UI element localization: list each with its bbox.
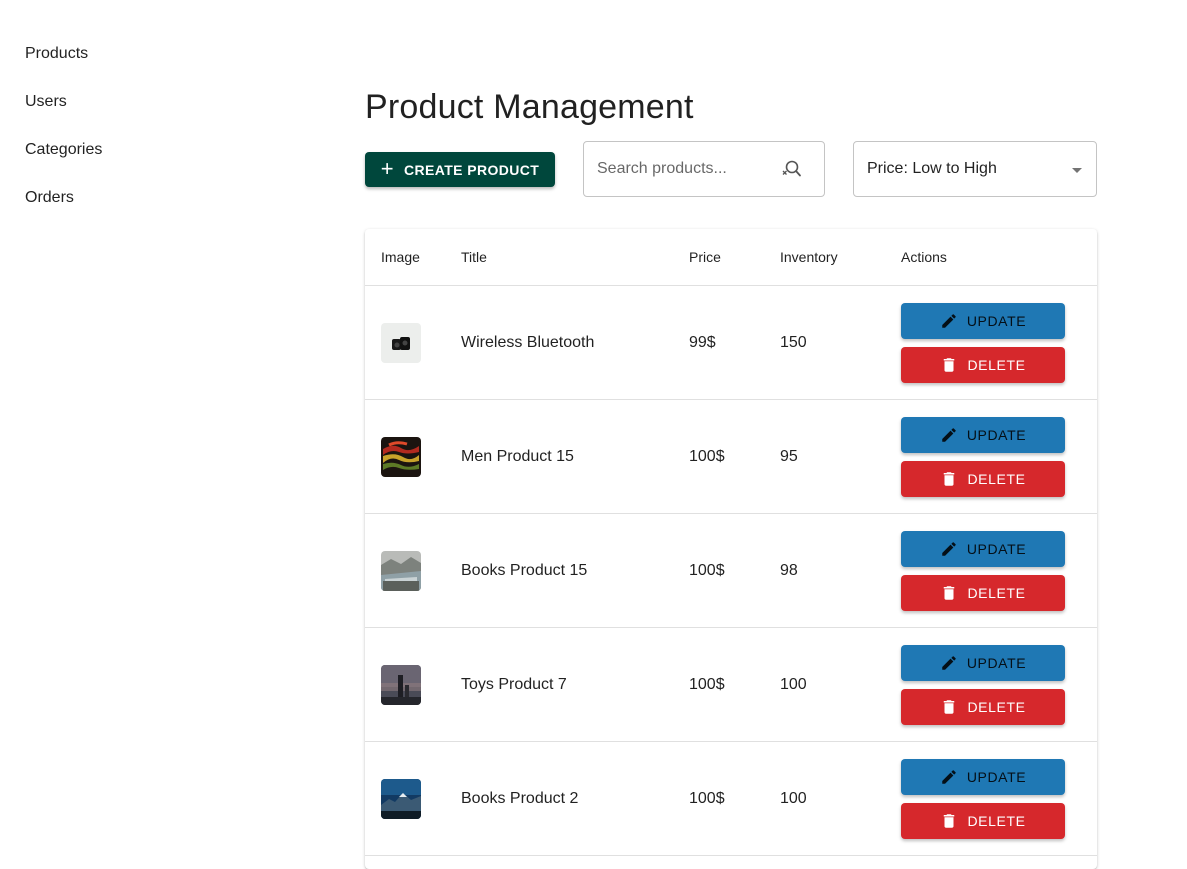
- delete-button[interactable]: DELETE: [901, 460, 1065, 497]
- toolbar: + CREATE PRODUCT Price: Low to High: [365, 141, 1097, 229]
- dropdown-caret-icon: [1072, 167, 1082, 173]
- table-row: Books Product 2 100$ 100 UPDATE DELETE: [365, 742, 1097, 856]
- product-inventory: 100: [780, 675, 807, 693]
- update-label: UPDATE: [966, 540, 1027, 557]
- trash-icon: [944, 585, 955, 600]
- sidebar-item-orders[interactable]: Orders: [0, 174, 300, 222]
- delete-button[interactable]: DELETE: [901, 346, 1065, 383]
- search-field[interactable]: [583, 141, 825, 197]
- update-label: UPDATE: [966, 312, 1027, 329]
- create-product-label: CREATE PRODUCT: [404, 161, 540, 178]
- product-thumbnail: [381, 664, 421, 705]
- plus-icon: +: [380, 155, 394, 181]
- update-button[interactable]: UPDATE: [901, 302, 1065, 339]
- trash-icon: [944, 813, 955, 828]
- product-inventory: 100: [780, 789, 807, 807]
- header-price: Price: [689, 249, 721, 265]
- pencil-icon: [942, 655, 956, 670]
- pencil-icon: [942, 313, 956, 328]
- product-thumbnail: [381, 436, 421, 477]
- page-title: Product Management: [365, 88, 694, 126]
- pencil-icon: [942, 427, 956, 442]
- main-content: Product Management + CREATE PRODUCT Pric…: [365, 82, 1097, 229]
- product-inventory: 98: [780, 561, 798, 579]
- product-price: 100$: [689, 561, 725, 579]
- delete-label: DELETE: [967, 698, 1026, 715]
- product-title: Men Product 15: [461, 447, 574, 465]
- product-price: 100$: [689, 789, 725, 807]
- trash-icon: [944, 471, 955, 486]
- product-title: Books Product 2: [461, 789, 579, 807]
- sort-select[interactable]: Price: Low to High: [853, 141, 1097, 197]
- delete-button[interactable]: DELETE: [901, 802, 1065, 839]
- update-label: UPDATE: [966, 768, 1027, 785]
- sidebar-item-categories[interactable]: Categories: [0, 126, 300, 174]
- delete-label: DELETE: [967, 812, 1026, 829]
- product-thumbnail: [381, 550, 421, 591]
- product-title: Books Product 15: [461, 561, 588, 579]
- delete-button[interactable]: DELETE: [901, 574, 1065, 611]
- products-table: Image Title Price Inventory Actions Wire…: [365, 229, 1097, 869]
- product-price: 100$: [689, 675, 725, 693]
- table-header: Image Title Price Inventory Actions: [365, 229, 1097, 286]
- table-row: Toys Product 7 100$ 100 UPDATE DELETE: [365, 628, 1097, 742]
- sort-select-value: Price: Low to High: [867, 160, 997, 177]
- header-image: Image: [381, 249, 420, 265]
- sidebar: Products Users Categories Orders: [0, 30, 300, 222]
- header-inventory: Inventory: [780, 249, 838, 265]
- table-row: Men Product 15 100$ 95 UPDATE DELETE: [365, 400, 1097, 514]
- delete-label: DELETE: [967, 356, 1026, 373]
- update-button[interactable]: UPDATE: [901, 530, 1065, 567]
- product-title: Toys Product 7: [461, 675, 567, 693]
- sidebar-item-users[interactable]: Users: [0, 78, 300, 126]
- product-inventory: 95: [780, 447, 798, 465]
- header-title: Title: [461, 249, 487, 265]
- trash-icon: [944, 357, 955, 372]
- delete-button[interactable]: DELETE: [901, 688, 1065, 725]
- product-thumbnail: [381, 322, 421, 363]
- pencil-icon: [942, 541, 956, 556]
- table-row: Books Product 15 100$ 98 UPDATE DELETE: [365, 514, 1097, 628]
- search-input[interactable]: [584, 160, 778, 178]
- header-actions: Actions: [901, 249, 947, 265]
- product-thumbnail: [381, 778, 421, 819]
- update-label: UPDATE: [966, 654, 1027, 671]
- product-title: Wireless Bluetooth: [461, 333, 595, 351]
- delete-label: DELETE: [967, 470, 1026, 487]
- update-label: UPDATE: [966, 426, 1027, 443]
- update-button[interactable]: UPDATE: [901, 758, 1065, 795]
- pencil-icon: [942, 769, 956, 784]
- table-row: Wireless Bluetooth 99$ 150 UPDATE DELETE: [365, 286, 1097, 400]
- trash-icon: [944, 699, 955, 714]
- product-price: 100$: [689, 447, 725, 465]
- create-product-button[interactable]: + CREATE PRODUCT: [365, 152, 555, 187]
- sidebar-item-products[interactable]: Products: [0, 30, 300, 78]
- product-price: 99$: [689, 333, 716, 351]
- product-inventory: 150: [780, 333, 807, 351]
- update-button[interactable]: UPDATE: [901, 644, 1065, 681]
- delete-label: DELETE: [967, 584, 1026, 601]
- update-button[interactable]: UPDATE: [901, 416, 1065, 453]
- search-icon[interactable]: [778, 157, 802, 181]
